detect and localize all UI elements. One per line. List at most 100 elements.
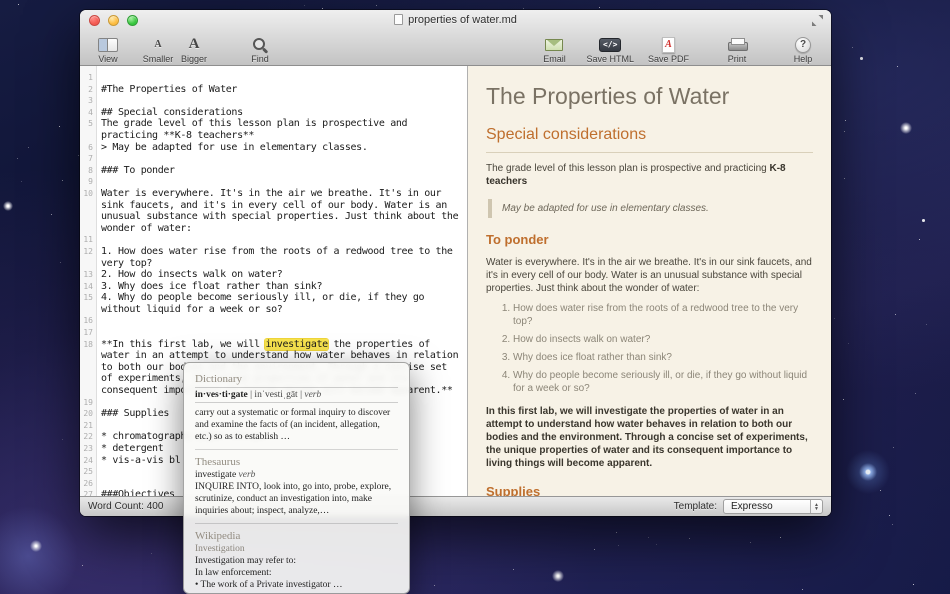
- line-number: [80, 258, 96, 270]
- line-number: [80, 362, 96, 374]
- line-number: [80, 211, 96, 223]
- list-item: How does water rise from the roots of a …: [513, 302, 813, 328]
- email-label: Email: [543, 54, 566, 64]
- thesaurus-part-of-speech: verb: [238, 470, 256, 480]
- window-title-area: properties of water.md: [80, 10, 831, 30]
- dictionary-definition: carry out a systematic or formal inquiry…: [195, 408, 391, 442]
- wikipedia-article-title: Investigation: [195, 544, 245, 554]
- editor-row: 8 ### To ponder: [80, 165, 467, 177]
- editor-row: practicing **K-8 teachers**: [80, 130, 467, 142]
- editor-row: 9: [80, 176, 467, 188]
- thesaurus-section[interactable]: Thesaurus investigate verb INQUIRE INTO,…: [195, 449, 398, 517]
- view-label: View: [98, 54, 118, 64]
- editor-line-text: > May be adapted for use in elementary c…: [101, 141, 368, 153]
- wikipedia-line: Investigation may refer to:: [195, 556, 297, 566]
- smaller-label: Smaller: [142, 54, 174, 64]
- find-label: Find: [251, 54, 269, 64]
- find-button[interactable]: Find: [242, 31, 278, 65]
- line-number: 4: [88, 107, 93, 117]
- wikipedia-line: • The work of a Private investigator …: [195, 580, 343, 590]
- email-button[interactable]: Email: [536, 31, 572, 65]
- editor-line-text: very top?: [101, 257, 153, 269]
- editor-line-text: 1. How does water rise from the roots of…: [101, 245, 453, 257]
- line-number: 12: [83, 246, 93, 256]
- template-select[interactable]: Expresso ▲ ▼: [723, 499, 823, 514]
- line-number: [80, 223, 96, 235]
- editor-line-text: unusual substance with special propertie…: [101, 211, 459, 223]
- grade-level-text: The grade level of this lesson plan is p…: [486, 162, 770, 174]
- titlebar[interactable]: properties of water.md: [80, 10, 831, 30]
- editor-row: 18 **In this first lab, we will investiga…: [80, 338, 467, 351]
- line-number: [80, 200, 96, 212]
- line-number: 14: [83, 281, 93, 291]
- line-number: 10: [83, 188, 93, 198]
- smaller-text-button[interactable]: A Smaller: [140, 31, 176, 65]
- editor-row: 10 Water is everywhere. It's in the air w…: [80, 188, 467, 200]
- line-number: 17: [83, 328, 93, 338]
- editor-row: without liquid for a week or so?: [80, 304, 467, 316]
- editor-line-text: [96, 95, 101, 107]
- list-item: How do insects walk on water?: [513, 333, 813, 346]
- editor-line-text: ## Special considerations: [101, 106, 243, 118]
- line-number: 11: [83, 235, 93, 245]
- editor-line-text: [96, 153, 101, 165]
- window-chrome: properties of water.md View A Smaller A …: [80, 10, 831, 66]
- starfield: [0, 0, 1, 1]
- print-button[interactable]: Print: [719, 31, 755, 65]
- save-pdf-button[interactable]: A Save PDF: [648, 31, 689, 65]
- view-button[interactable]: View: [90, 31, 126, 65]
- save-html-label: Save HTML: [586, 54, 634, 64]
- preview-pane: The Properties of Water Special consider…: [467, 66, 831, 496]
- preview-heading-supplies: Supplies: [486, 483, 541, 496]
- help-button[interactable]: ? Help: [785, 31, 821, 65]
- document-icon: [394, 14, 404, 25]
- line-number: 24: [83, 455, 93, 465]
- editor-row: 2 #The Properties of Water: [80, 84, 467, 96]
- printer-icon: [728, 37, 748, 52]
- window-title: properties of water.md: [408, 14, 517, 26]
- bigger-text-button[interactable]: A Bigger: [176, 31, 212, 65]
- preview-heading-to-ponder: To ponder: [486, 231, 549, 247]
- list-item: Why do people become seriously ill, or d…: [513, 369, 813, 395]
- line-number: 21: [83, 420, 93, 430]
- line-number: [80, 373, 96, 385]
- code-icon: </>: [599, 37, 622, 52]
- word-count: Word Count: 400: [88, 501, 164, 512]
- line-number: 26: [83, 478, 93, 488]
- editor-line-text: [96, 397, 101, 409]
- editor-row: 16: [80, 315, 467, 327]
- highlighted-word[interactable]: investigate: [265, 338, 328, 350]
- template-label: Template:: [673, 501, 717, 512]
- preview-blockquote: May be adapted for use in elementary cla…: [488, 198, 813, 218]
- line-number: [80, 385, 96, 397]
- line-number: 6: [88, 142, 93, 152]
- editor-line-text: 3. Why does ice float rather than sink?: [101, 280, 323, 292]
- thesaurus-entry-head: investigate verb: [195, 470, 398, 480]
- blockquote-text: May be adapted for use in elementary cla…: [502, 202, 709, 214]
- print-label: Print: [727, 54, 747, 64]
- editor-row: 1: [80, 72, 467, 84]
- preview-paragraph-grade-level: The grade level of this lesson plan is p…: [486, 162, 813, 188]
- dictionary-section[interactable]: Dictionary in·ves·ti·gate | inˈvestiˌgāt…: [195, 373, 398, 443]
- editor-row: unusual substance with special propertie…: [80, 211, 467, 223]
- line-number: [80, 130, 96, 142]
- line-number: 8: [88, 165, 93, 175]
- line-number: 2: [88, 84, 93, 94]
- editor-line-text: practicing **K-8 teachers**: [101, 129, 255, 141]
- preview-heading-special-considerations: Special considerations: [486, 125, 813, 153]
- wikipedia-section[interactable]: Wikipedia Investigation Investigation ma…: [195, 523, 398, 591]
- save-html-button[interactable]: </> Save HTML: [586, 31, 634, 65]
- editor-line-text: sink faucets, and it's in every cell of …: [101, 199, 447, 211]
- editor-row: 11: [80, 234, 467, 246]
- help-question-icon: ?: [795, 36, 811, 53]
- editor-line-text: Water is everywhere. It's in the air we …: [101, 187, 442, 199]
- wikipedia-line: In law enforcement:: [195, 568, 272, 578]
- editor-row: wonder of water:: [80, 223, 467, 235]
- line-number: 9: [88, 177, 93, 187]
- select-arrows-icon: ▲ ▼: [810, 500, 822, 513]
- line-number: 3: [88, 96, 93, 106]
- fullscreen-icon[interactable]: [811, 14, 824, 27]
- line-number: 13: [83, 270, 93, 280]
- editor-line-text: 2. How do insects walk on water?: [101, 269, 283, 281]
- list-item: Why does ice float rather than sink?: [513, 351, 813, 364]
